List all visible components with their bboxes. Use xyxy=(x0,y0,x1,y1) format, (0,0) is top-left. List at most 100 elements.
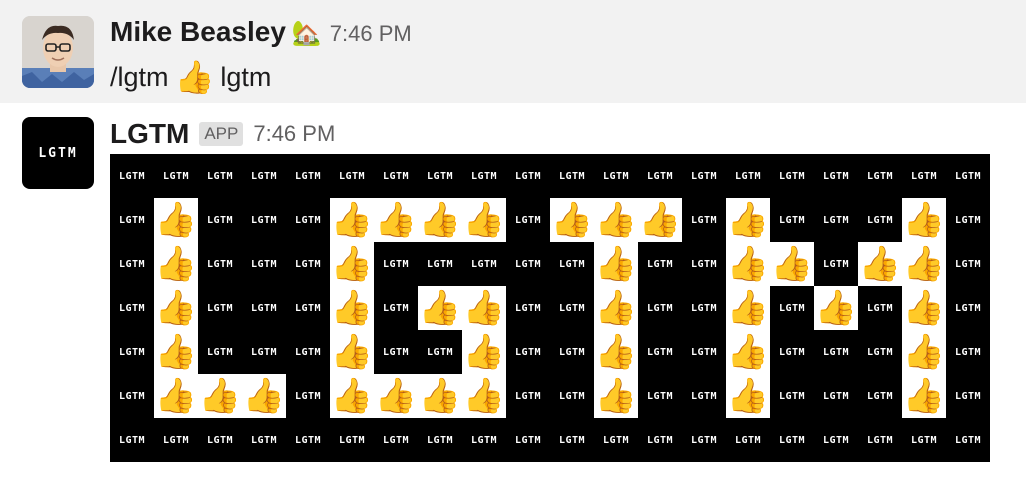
lgtm-text-cell: LGTM xyxy=(470,434,498,446)
lgtm-text-cell: LGTM xyxy=(690,170,718,182)
thumbs-up-cell: 👍 xyxy=(726,286,770,330)
thumbs-up-cell: 👍 xyxy=(550,198,594,242)
lgtm-text-cell: LGTM xyxy=(470,258,498,270)
thumbs-up-cell: 👍 xyxy=(902,286,946,330)
lgtm-text-cell: LGTM xyxy=(294,302,322,314)
lgtm-text-cell: LGTM xyxy=(118,434,146,446)
lgtm-text-cell: LGTM xyxy=(426,258,454,270)
thumbs-up-cell: 👍 xyxy=(374,198,418,242)
lgtm-text-cell: LGTM xyxy=(118,258,146,270)
lgtm-text-cell: LGTM xyxy=(382,434,410,446)
thumbs-up-cell: 👍 xyxy=(726,242,770,286)
lgtm-text-cell: LGTM xyxy=(514,170,542,182)
lgtm-text-cell: LGTM xyxy=(514,302,542,314)
lgtm-text-cell: LGTM xyxy=(294,214,322,226)
lgtm-text-cell: LGTM xyxy=(866,346,894,358)
lgtm-text-cell: LGTM xyxy=(778,214,806,226)
thumbs-up-cell: 👍 xyxy=(726,330,770,374)
lgtm-text-cell: LGTM xyxy=(690,258,718,270)
thumbs-up-cell: 👍 xyxy=(594,330,638,374)
lgtm-text-cell: LGTM xyxy=(866,390,894,402)
app-avatar-text: LGTM xyxy=(38,145,78,161)
app-avatar[interactable]: LGTM xyxy=(22,117,94,189)
status-emoji[interactable]: 🏡 xyxy=(292,19,322,48)
lgtm-text-cell: LGTM xyxy=(778,302,806,314)
user-photo xyxy=(22,16,94,88)
lgtm-text-cell: LGTM xyxy=(118,390,146,402)
lgtm-text-cell: LGTM xyxy=(690,214,718,226)
lgtm-text-cell: LGTM xyxy=(250,170,278,182)
thumbs-up-cell: 👍 xyxy=(154,198,198,242)
lgtm-text-cell: LGTM xyxy=(514,390,542,402)
thumbs-up-cell: 👍 xyxy=(462,286,506,330)
thumbs-up-cell: 👍 xyxy=(594,198,638,242)
lgtm-text-cell: LGTM xyxy=(558,302,586,314)
lgtm-text-cell: LGTM xyxy=(426,434,454,446)
lgtm-text-cell: LGTM xyxy=(250,302,278,314)
thumbs-up-cell: 👍 xyxy=(462,198,506,242)
avatar[interactable] xyxy=(22,16,94,88)
lgtm-text-cell: LGTM xyxy=(558,346,586,358)
thumbs-up-cell: 👍 xyxy=(462,374,506,418)
message-header-app: LGTM APP 7:46 PM xyxy=(110,116,335,152)
thumbs-up-cell: 👍 xyxy=(770,242,814,286)
timestamp[interactable]: 7:46 PM xyxy=(330,21,412,47)
thumbs-up-cell: 👍 xyxy=(462,330,506,374)
thumbs-up-cell: 👍 xyxy=(242,374,286,418)
lgtm-text-cell: LGTM xyxy=(426,170,454,182)
thumbs-up-cell: 👍 xyxy=(726,198,770,242)
lgtm-text-cell: LGTM xyxy=(558,434,586,446)
lgtm-text-cell: LGTM xyxy=(294,390,322,402)
lgtm-text-cell: LGTM xyxy=(294,258,322,270)
lgtm-text-cell: LGTM xyxy=(382,258,410,270)
thumbs-up-cell: 👍 xyxy=(418,286,462,330)
lgtm-text-cell: LGTM xyxy=(118,302,146,314)
lgtm-text-cell: LGTM xyxy=(250,434,278,446)
lgtm-text-cell: LGTM xyxy=(822,170,850,182)
author-name[interactable]: Mike Beasley xyxy=(110,16,286,48)
lgtm-text-cell: LGTM xyxy=(954,390,982,402)
lgtm-text-cell: LGTM xyxy=(954,170,982,182)
lgtm-text-cell: LGTM xyxy=(162,170,190,182)
lgtm-text-cell: LGTM xyxy=(778,390,806,402)
lgtm-text-cell: LGTM xyxy=(250,258,278,270)
lgtm-text-cell: LGTM xyxy=(206,214,234,226)
lgtm-text-cell: LGTM xyxy=(294,434,322,446)
thumbs-up-cell: 👍 xyxy=(154,286,198,330)
lgtm-text-cell: LGTM xyxy=(954,302,982,314)
timestamp-app[interactable]: 7:46 PM xyxy=(253,121,335,147)
lgtm-text-cell: LGTM xyxy=(382,346,410,358)
lgtm-text-cell: LGTM xyxy=(602,170,630,182)
lgtm-text-cell: LGTM xyxy=(382,302,410,314)
lgtm-image[interactable]: LGTM LGTM LGTM LGTM LGTM LGTM LGTM LGTM LGTM LGTM… xyxy=(110,154,990,462)
lgtm-text-cell: LGTM xyxy=(778,346,806,358)
lgtm-text-cell: LGTM xyxy=(690,302,718,314)
lgtm-text-cell: LGTM xyxy=(910,170,938,182)
thumbs-up-cell: 👍 xyxy=(638,198,682,242)
lgtm-text-cell: LGTM xyxy=(646,346,674,358)
app-name[interactable]: LGTM xyxy=(110,118,189,150)
thumbs-up-cell: 👍 xyxy=(154,330,198,374)
lgtm-text-cell: LGTM xyxy=(822,258,850,270)
lgtm-text-cell: LGTM xyxy=(690,390,718,402)
lgtm-text-cell: LGTM xyxy=(646,302,674,314)
lgtm-text-cell: LGTM xyxy=(778,170,806,182)
lgtm-text-cell: LGTM xyxy=(294,170,322,182)
thumbs-up-cell: 👍 xyxy=(594,242,638,286)
lgtm-text-cell: LGTM xyxy=(514,346,542,358)
message-body: /lgtm 👍 lgtm xyxy=(110,58,271,96)
thumbs-up-cell: 👍 xyxy=(902,242,946,286)
message-header: Mike Beasley 🏡 7:46 PM xyxy=(110,16,412,52)
thumbs-up-cell: 👍 xyxy=(594,374,638,418)
thumbs-up-cell: 👍 xyxy=(330,374,374,418)
thumbs-up-cell: 👍 xyxy=(902,330,946,374)
lgtm-text-cell: LGTM xyxy=(734,170,762,182)
lgtm-text-cell: LGTM xyxy=(558,170,586,182)
lgtm-text-cell: LGTM xyxy=(954,258,982,270)
app-badge: APP xyxy=(199,122,244,146)
lgtm-text-cell: LGTM xyxy=(822,214,850,226)
lgtm-text-cell: LGTM xyxy=(954,214,982,226)
lgtm-text-cell: LGTM xyxy=(294,346,322,358)
thumbs-up-cell: 👍 xyxy=(154,374,198,418)
thumbs-up-cell: 👍 xyxy=(330,242,374,286)
